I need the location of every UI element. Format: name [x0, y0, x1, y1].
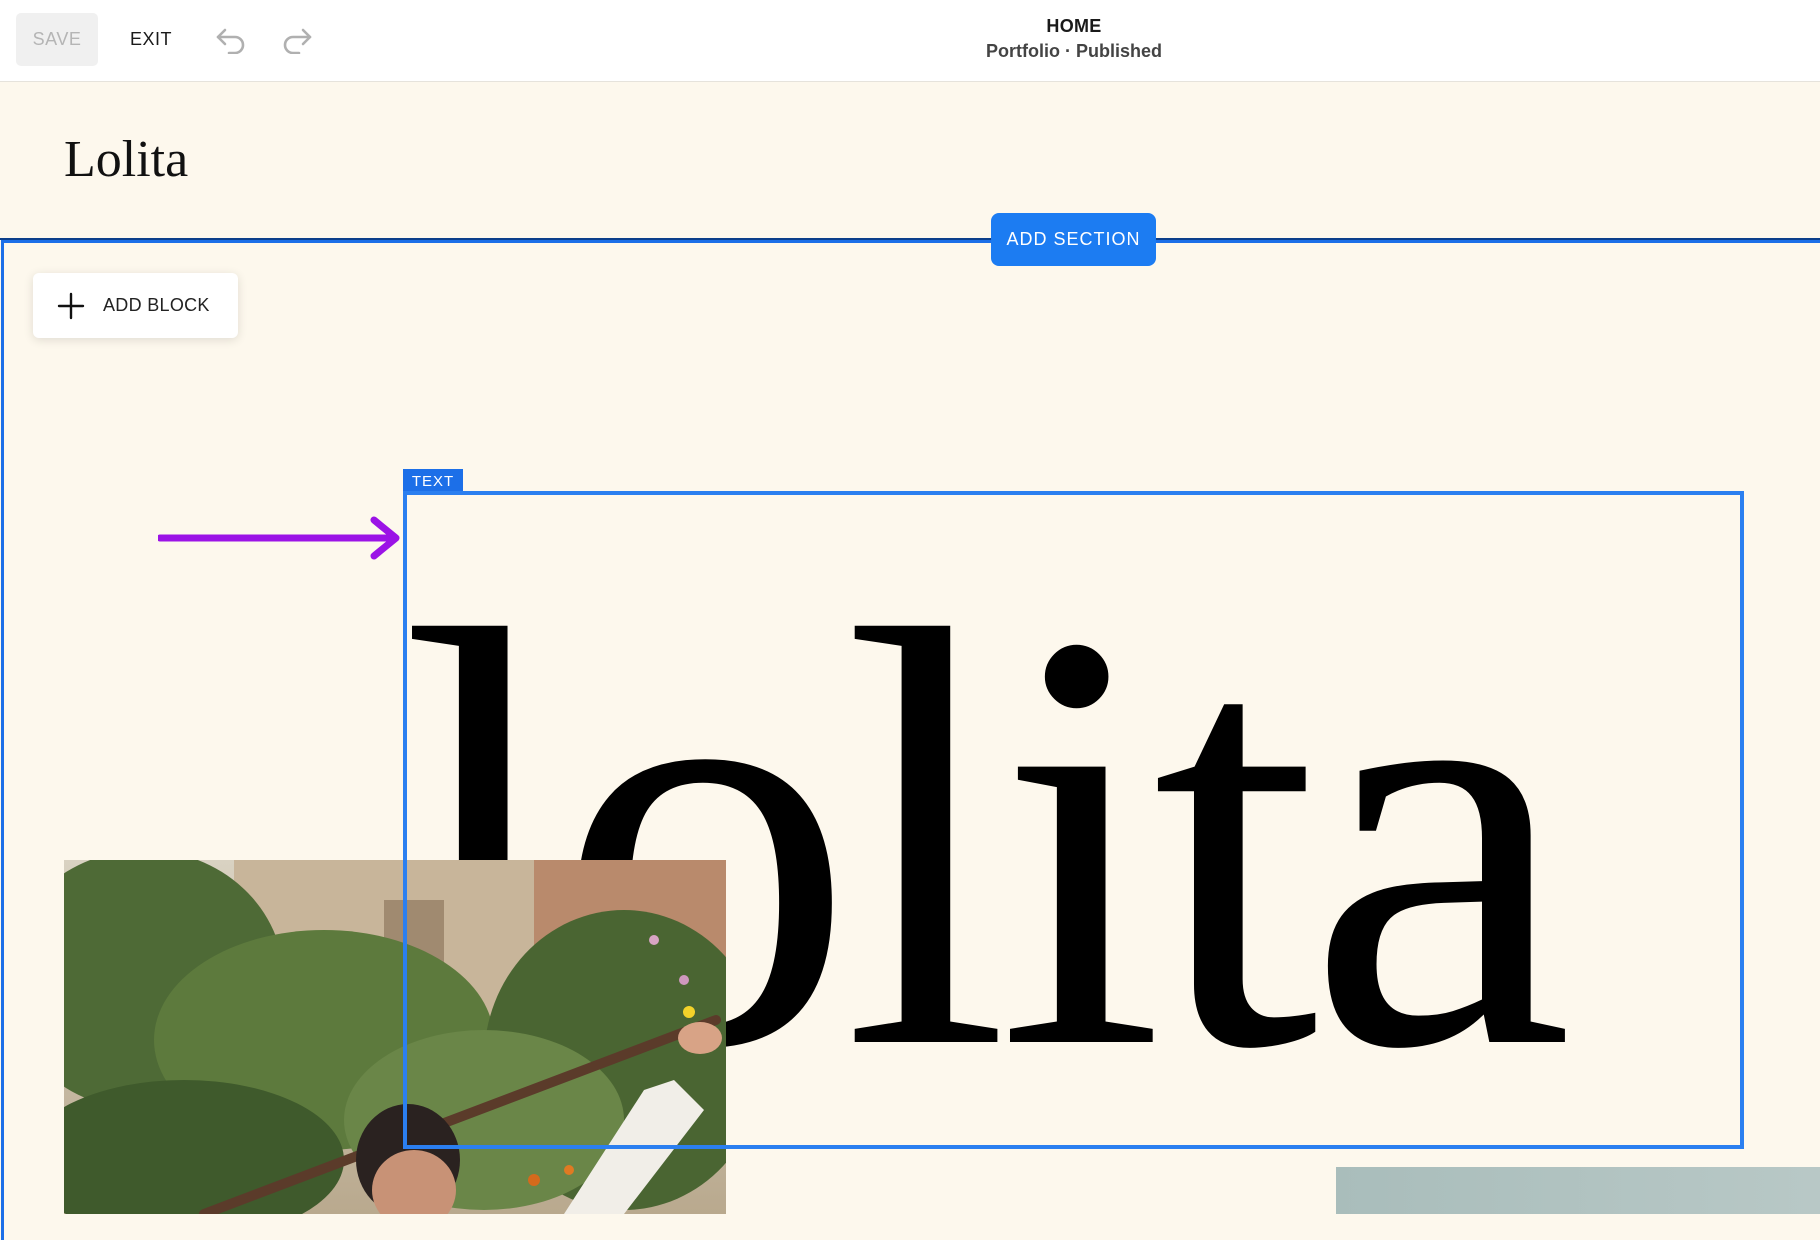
add-block-button[interactable]: ADD BLOCK — [33, 273, 238, 338]
secondary-photo[interactable] — [1336, 1167, 1820, 1214]
annotation-arrow-icon — [158, 516, 400, 560]
add-section-button[interactable]: ADD SECTION — [991, 213, 1156, 266]
page-title: HOME — [1046, 16, 1102, 36]
plus-icon — [57, 292, 85, 319]
text-block-frame[interactable] — [403, 491, 1744, 1149]
add-block-label: ADD BLOCK — [103, 295, 210, 315]
page-status: Portfolio · Published — [986, 41, 1162, 61]
site-logo[interactable]: Lolita — [64, 130, 188, 189]
text-block-tag: TEXT — [403, 469, 463, 493]
editor-toolbar: SAVE EXIT HOME Portfolio · Published — [0, 0, 1820, 82]
